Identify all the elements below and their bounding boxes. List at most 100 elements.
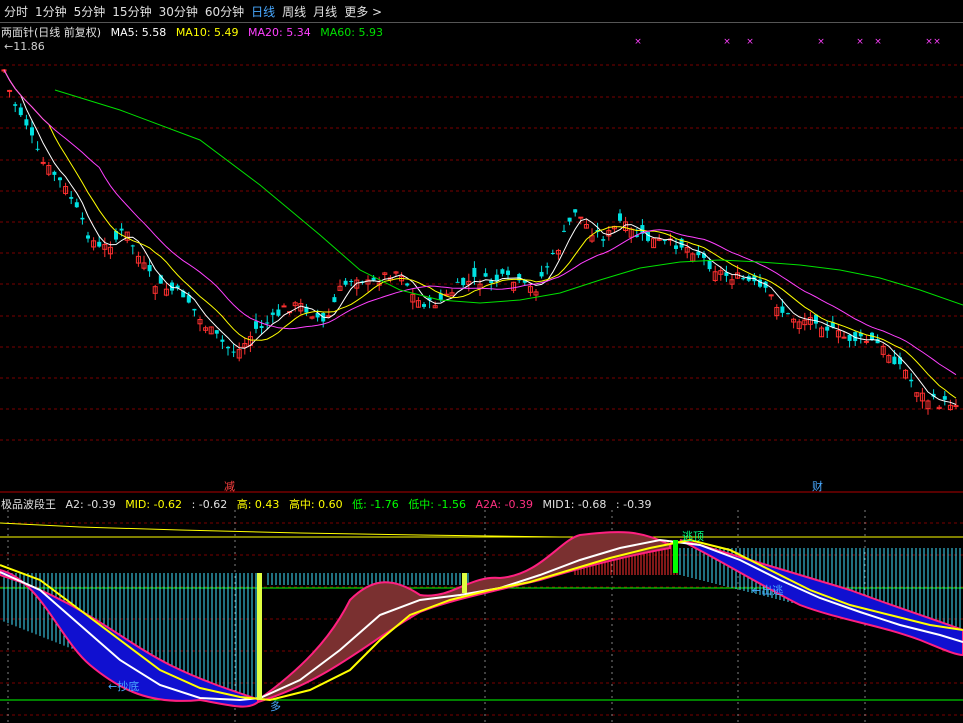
candle-up [281, 305, 287, 308]
candle-down [562, 230, 566, 232]
candle-down [130, 245, 135, 247]
candle-up [863, 340, 869, 343]
candle-down [18, 107, 23, 116]
signal-exit: ←出逃 [752, 584, 784, 597]
candle-down [707, 260, 712, 270]
candle-up [578, 216, 584, 219]
candle-down [58, 177, 62, 181]
candle-down [254, 321, 258, 329]
candle-down [489, 280, 494, 283]
candle-down [69, 197, 74, 199]
candle-down [270, 312, 275, 315]
top-marker: × [925, 37, 933, 47]
candle-down [567, 217, 572, 222]
ma60-label: MA60: 5.93 [320, 26, 383, 39]
signal-bar-yellow [462, 573, 467, 593]
signal-escape-top: 逃顶 [682, 530, 704, 543]
ind-low: 低: -1.76 [352, 498, 399, 511]
candle-down [52, 171, 57, 175]
candle-up [7, 89, 13, 92]
candle-down [472, 267, 477, 277]
candle-down [30, 127, 34, 136]
mid-curve [0, 522, 963, 538]
ind-a2: A2: -0.39 [65, 498, 116, 511]
candle-down [119, 228, 124, 231]
candle-down [601, 239, 606, 241]
kline-chart[interactable]: × × × × × × × × [0, 0, 963, 723]
candle-down [539, 271, 544, 277]
signal-long: 多 [270, 700, 281, 713]
event-marker-finance[interactable]: 财 [812, 478, 823, 494]
candle-down [461, 277, 466, 286]
ma10-line [3, 69, 957, 399]
candle-down [573, 209, 578, 213]
candle-down [259, 326, 264, 329]
candle-down [942, 396, 947, 400]
candle-down [276, 309, 281, 316]
ind-blank1: : -0.62 [191, 498, 228, 511]
event-marker-reduce[interactable]: 减 [224, 478, 235, 494]
signal-bar-yellow [257, 573, 262, 700]
candle-down [343, 280, 348, 285]
ind-high: 高: 0.43 [236, 498, 280, 511]
top-marker: × [874, 37, 882, 47]
ind-mid: MID: -0.62 [125, 498, 183, 511]
ma10-label: MA10: 5.49 [175, 26, 239, 39]
candle-down [506, 270, 510, 275]
candle-down [74, 202, 79, 208]
candle-down [741, 278, 746, 280]
candle-down [192, 308, 197, 311]
candle-down [847, 334, 852, 341]
candle-down [500, 269, 505, 274]
indicator-name: 极品波段王 [1, 498, 56, 511]
top-marker: × [933, 37, 941, 47]
candle-down [231, 351, 236, 353]
main-title: 两面针(日线 前复权) [1, 26, 102, 39]
candle-down [24, 119, 29, 126]
signal-bottom-left: ←抄底 [108, 680, 140, 693]
candle-down [422, 304, 426, 307]
ind-low-mid: 低中: -1.56 [408, 498, 466, 511]
candle-down [265, 322, 270, 324]
candle-down [332, 297, 337, 303]
candle-down [86, 235, 90, 239]
candle-down [35, 148, 40, 150]
ind-high-mid: 高中: 0.60 [288, 498, 343, 511]
ma20-label: MA20: 5.34 [248, 26, 311, 39]
top-marker: × [746, 37, 754, 47]
candle-down [147, 265, 152, 272]
candle-down [80, 217, 85, 220]
candle-down [220, 339, 225, 342]
candle-down [405, 283, 410, 286]
candle-down [892, 356, 897, 365]
top-marker: × [723, 37, 731, 47]
candle-down [455, 281, 460, 283]
candle-down [371, 277, 376, 281]
candle-up [40, 161, 46, 164]
candle-up [768, 294, 774, 297]
candle-down [545, 266, 550, 268]
candle-down [674, 245, 678, 249]
candle-down [349, 280, 354, 282]
ind-a2a: A2A: -0.39 [475, 498, 534, 511]
ind-mid1: MID1: -0.68 [542, 498, 607, 511]
candle-up [841, 336, 847, 339]
indicator-legend: 极品波段王 A2: -0.39 MID: -0.62 : -0.62 高: 0.… [1, 496, 658, 512]
max-price-label: ←11.86 [4, 40, 45, 53]
candle-down [97, 241, 102, 247]
candle-down [483, 273, 488, 277]
top-marker: × [634, 37, 642, 47]
candle-down [13, 104, 18, 106]
candle-down [214, 330, 219, 334]
ma5-label: MA5: 5.58 [110, 26, 167, 39]
signal-bar-green [673, 540, 678, 573]
candle-down [780, 306, 785, 313]
candle-down [786, 313, 790, 315]
candle-down [825, 326, 830, 331]
candle-down [909, 379, 914, 382]
candle-down [550, 253, 555, 255]
candle-up [953, 405, 959, 408]
top-marker: × [856, 37, 864, 47]
candle-down [618, 213, 622, 221]
main-legend: 两面针(日线 前复权) MA5: 5.58 MA10: 5.49 MA20: 5… [1, 24, 389, 40]
